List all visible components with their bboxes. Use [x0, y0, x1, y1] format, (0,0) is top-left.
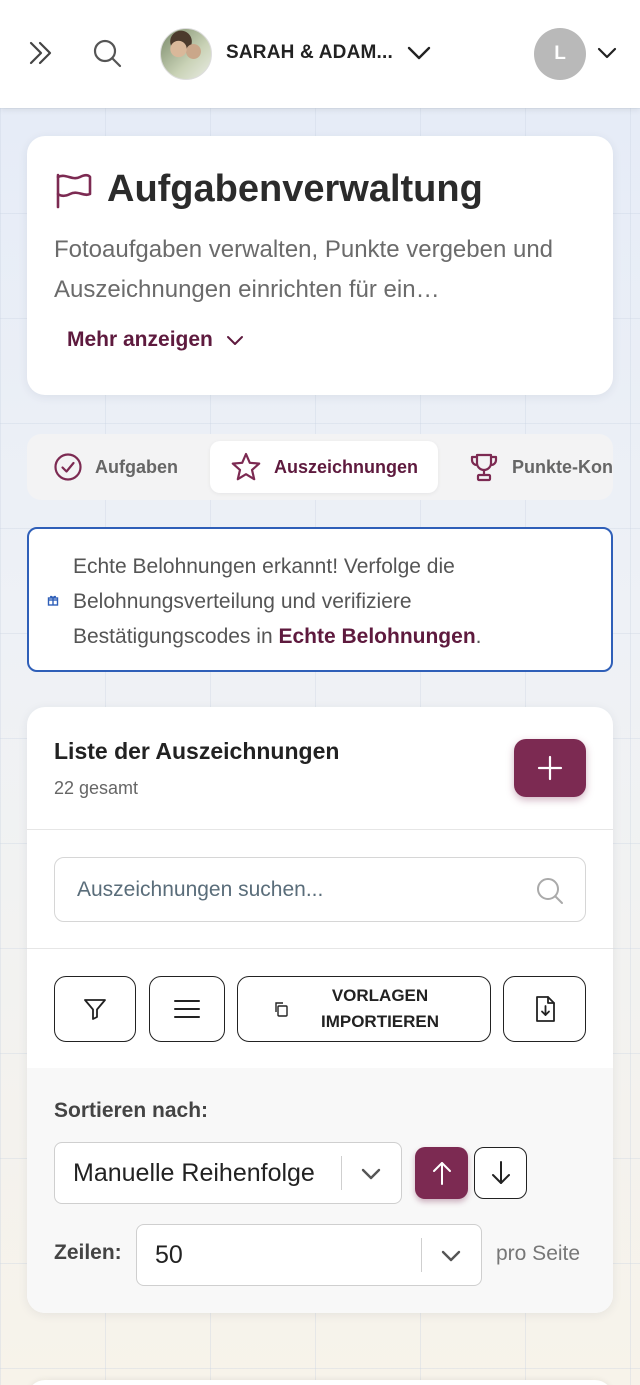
- real-rewards-alert: Echte Belohnungen erkannt! Verfolge die …: [27, 527, 613, 672]
- menu-lines-icon: [174, 1000, 200, 1018]
- alert-end: .: [475, 625, 482, 648]
- real-rewards-link[interactable]: Echte Belohnungen: [278, 625, 475, 648]
- tab-auszeichnungen[interactable]: Auszeichnungen: [210, 441, 439, 493]
- filter-button[interactable]: [54, 976, 136, 1042]
- chevron-down-icon: [226, 336, 243, 345]
- select-separator: [421, 1238, 422, 1272]
- copy-icon: [275, 1002, 288, 1017]
- tab-label: Punkte-Kon: [512, 456, 613, 477]
- import-templates-button[interactable]: VORLAGEN IMPORTIEREN: [237, 976, 491, 1042]
- trophy-icon: [470, 453, 498, 482]
- sort-selected-value: Manuelle Reihenfolge: [73, 1158, 315, 1187]
- select-separator: [341, 1156, 342, 1190]
- couple-name[interactable]: SARAH & ADAM...: [226, 42, 393, 64]
- divider: [27, 948, 613, 949]
- check-circle-icon: [54, 453, 82, 481]
- sort-descending-button[interactable]: [474, 1147, 527, 1199]
- top-bar: SARAH & ADAM... L: [0, 0, 640, 108]
- chevron-down-icon[interactable]: [402, 36, 436, 70]
- search-icon: [535, 876, 565, 911]
- sort-ascending-button[interactable]: [415, 1147, 468, 1199]
- sort-select[interactable]: Manuelle Reihenfolge: [54, 1142, 402, 1204]
- export-button[interactable]: [503, 976, 586, 1042]
- rows-per-page-value: 50: [155, 1240, 183, 1269]
- divider: [27, 829, 613, 830]
- filter-icon: [84, 999, 106, 1020]
- per-page-label: pro Seite: [496, 1242, 581, 1265]
- gift-icon: [47, 593, 59, 611]
- plus-icon: [537, 755, 563, 781]
- user-avatar[interactable]: L: [534, 28, 586, 80]
- tab-punkte-konfiguration[interactable]: Punkte-Kon: [468, 441, 613, 493]
- list-count: 22 gesamt: [54, 778, 139, 798]
- sort-label: Sortieren nach:: [54, 1099, 209, 1122]
- tab-label: Aufgaben: [95, 456, 178, 477]
- user-initial: L: [554, 43, 566, 64]
- file-download-icon: [535, 996, 555, 1022]
- award-search-input[interactable]: [77, 858, 517, 921]
- chevron-down-icon: [441, 1250, 461, 1262]
- show-more-label: Mehr anzeigen: [67, 328, 213, 351]
- star-icon: [231, 452, 261, 481]
- couple-avatar[interactable]: [160, 28, 212, 80]
- expand-sidebar-icon[interactable]: [24, 36, 58, 70]
- page-title: Aufgabenverwaltung: [107, 168, 483, 210]
- rows-per-page-select[interactable]: 50: [136, 1224, 482, 1286]
- award-search-field[interactable]: [54, 857, 586, 922]
- tab-aufgaben[interactable]: Aufgaben: [53, 441, 178, 493]
- list-view-button[interactable]: [149, 976, 225, 1042]
- tab-label: Auszeichnungen: [274, 456, 419, 477]
- flag-icon: [54, 172, 94, 215]
- alert-message: Echte Belohnungen erkannt! Verfolge die …: [73, 549, 593, 654]
- page-description: Fotoaufgaben verwalten, Punkte vergeben …: [54, 236, 554, 303]
- search-icon[interactable]: [90, 36, 124, 70]
- user-menu-chevron-icon[interactable]: [590, 36, 624, 70]
- rows-label: Zeilen:: [54, 1241, 122, 1264]
- next-card-edge: [27, 1380, 613, 1385]
- add-award-button[interactable]: [514, 739, 586, 797]
- import-templates-label: VORLAGEN IMPORTIEREN: [320, 986, 440, 1031]
- tab-bar: Aufgaben Auszeichnungen Punkte-Kon: [27, 434, 613, 500]
- arrow-down-icon: [491, 1161, 510, 1184]
- arrow-up-icon: [432, 1162, 451, 1185]
- list-title: Liste der Auszeichnungen: [54, 738, 340, 764]
- chevron-down-icon: [361, 1168, 381, 1180]
- show-more-button[interactable]: Mehr anzeigen: [67, 328, 245, 352]
